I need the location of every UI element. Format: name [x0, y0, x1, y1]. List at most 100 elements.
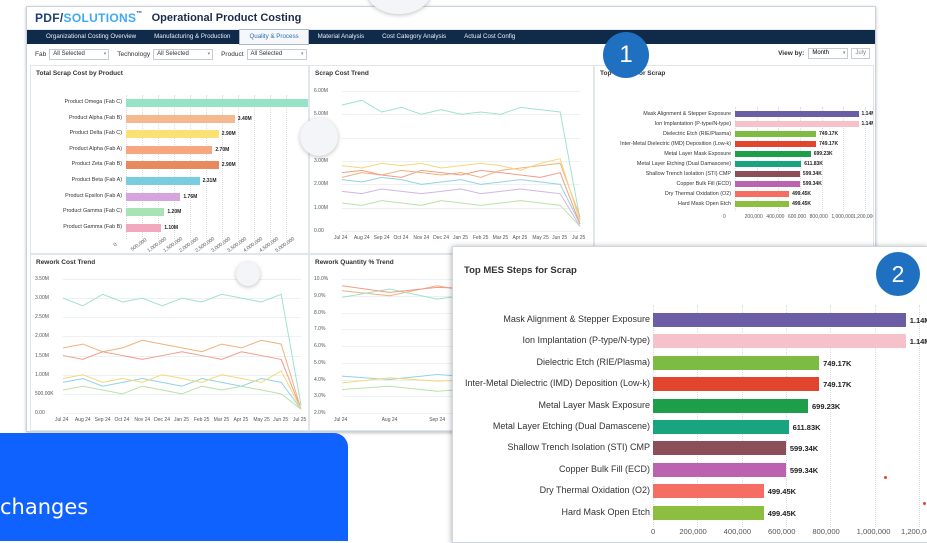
value-label: 1.14M	[909, 337, 927, 347]
value-label: 2.90M	[221, 131, 236, 138]
period-select[interactable]: July	[851, 48, 870, 59]
tab-quality-process[interactable]: Quality & Process	[239, 29, 309, 45]
category-label: Inter-Metal Dielectric (IMD) Deposition …	[620, 141, 731, 147]
value-label: 499.45K	[792, 201, 811, 207]
tab-material-analysis[interactable]: Material Analysis	[309, 30, 373, 44]
view-by-control: View by: Month ▾ July	[778, 48, 870, 59]
fab-label: Fab	[35, 50, 47, 58]
technology-label: Technology	[117, 50, 151, 58]
x-tick-label: 500,000	[129, 237, 149, 254]
value-label: 1.14M	[861, 121, 874, 127]
marker-dot	[923, 502, 926, 505]
category-label: Ion Implantation (P-type/N-type)	[654, 121, 731, 127]
value-label: 1.10M	[164, 224, 179, 231]
scrap-bar	[653, 462, 786, 477]
scrap-bar	[126, 114, 235, 123]
series-line-4	[62, 370, 302, 410]
category-label: Hard Mask Open Etch	[561, 506, 650, 517]
x-tick-label: 600,000	[768, 527, 796, 536]
scrap-bar	[735, 121, 859, 127]
value-label: 2.70M	[215, 146, 230, 153]
category-label: Product Gamma (Fab B)	[63, 223, 122, 230]
category-label: Product Delta (Fab C)	[69, 130, 122, 137]
scrap-bar	[126, 161, 219, 170]
value-label: 749.17K	[819, 141, 839, 147]
value-label: 1.14M	[909, 316, 927, 325]
technology-select[interactable]: All Selected ▾	[153, 48, 214, 60]
category-label: Copper Bulk Fill (ECD)	[676, 181, 731, 187]
marker-dot	[884, 476, 887, 479]
filter-bar: Fab All Selected ▾ Technology All Selecte…	[27, 48, 875, 60]
series-line-3	[341, 176, 581, 225]
category-label: Product Alpha (Fab A)	[69, 145, 122, 152]
category-label: Metal Layer Etching (Dual Damascene)	[492, 421, 650, 431]
callout-badge: 2	[876, 252, 920, 296]
x-tick-label: 800,000	[809, 214, 828, 220]
category-label: Product Zeta (Fab B)	[71, 161, 122, 168]
scrap-bar	[653, 441, 786, 456]
scrap-bar	[126, 192, 181, 201]
ghost-circle	[300, 118, 338, 156]
x-tick-label: 600,000	[788, 214, 807, 220]
x-tick-label: 1,000,000	[856, 527, 891, 536]
view-by-select[interactable]: Month ▾	[808, 48, 849, 59]
category-label: Dielectric Etch (RIE/Plasma)	[663, 131, 731, 137]
series-line-6	[341, 188, 581, 227]
product-select[interactable]: All Selected ▾	[246, 48, 307, 60]
scrap-bar	[653, 420, 789, 434]
scrap-bar	[735, 161, 802, 167]
scrap-bar	[653, 313, 906, 327]
scrap-bar	[126, 208, 165, 217]
x-tick-label: 0	[112, 242, 119, 249]
x-tick-label: 200,000	[744, 214, 763, 220]
value-label: 611.83K	[804, 161, 823, 167]
view-by-label: View by:	[778, 50, 805, 57]
scrap-bar	[735, 111, 859, 117]
value-label: 3.40M	[237, 115, 252, 122]
category-label: Product Epsilon (Fab A)	[65, 192, 122, 199]
scrap-bar	[735, 181, 800, 187]
line-plot	[62, 293, 302, 410]
tab-organizational-costing-overview[interactable]: Organizational Costing Overview	[37, 30, 145, 44]
scrap-bar	[653, 334, 906, 349]
scrap-bar	[735, 141, 817, 147]
scrap-trend-panel: Scrap Cost Trend 0.001.00M2.00M3.00M4.00…	[309, 65, 594, 254]
tab-cost-category-analysis[interactable]: Cost Category Analysis	[373, 30, 455, 44]
value-label: 599.34K	[789, 465, 819, 475]
value-label: 1.20M	[167, 209, 182, 216]
speaker-caption-box: changes	[0, 433, 348, 541]
scrap-bar	[735, 131, 817, 137]
category-label: Product Alpha (Fab B)	[68, 114, 122, 121]
value-label: 1.14M	[861, 111, 874, 117]
category-label: Product Beta (Fab A)	[71, 177, 122, 183]
series-line-5	[62, 385, 302, 410]
category-label: Ion Implantation (P-type/N-type)	[522, 335, 650, 346]
value-label: 499.45K	[767, 487, 797, 497]
category-label: Copper Bulk Fill (ECD)	[558, 463, 650, 474]
value-label: 749.17K	[823, 380, 852, 390]
top-mes-zoom-panel: Top MES Steps for Scrap 0 200,000 400,000 6…	[452, 246, 927, 543]
value-label: 499.45K	[767, 508, 797, 518]
value-label: 699.23K	[811, 401, 841, 411]
scrap-bar	[126, 177, 200, 185]
panel-title: Total Scrap Cost by Product	[36, 70, 123, 77]
scrap-bar	[126, 130, 219, 139]
value-label: 611.83K	[792, 423, 821, 432]
x-tick-label: 0	[651, 527, 656, 536]
callout-badge: 1	[603, 32, 649, 78]
tab-actual-cost-config[interactable]: Actual Cost Config	[455, 30, 524, 44]
x-tick-label: 1,200,000	[901, 527, 927, 536]
x-tick-label: 800,000	[812, 527, 840, 536]
x-tick-label: 1,000,000	[831, 214, 854, 220]
company-logo: PDF/SOLUTIONS™	[35, 11, 143, 25]
series-line-5	[341, 200, 581, 227]
category-label: Shallow Trench Isolation (STI) CMP	[507, 442, 650, 453]
tab-manufacturing-production[interactable]: Manufacturing & Production	[145, 30, 239, 44]
category-label: Dry Thermal Oxidation (O2)	[664, 191, 731, 197]
speaker-caption: changes	[0, 495, 89, 519]
fab-select[interactable]: All Selected ▾	[49, 48, 110, 60]
category-label: Mask Alignment & Stepper Exposure	[643, 111, 731, 117]
chevron-down-icon: ▾	[207, 50, 211, 57]
line-plot	[341, 99, 581, 227]
category-label: Dielectric Etch (RIE/Plasma)	[536, 356, 650, 367]
